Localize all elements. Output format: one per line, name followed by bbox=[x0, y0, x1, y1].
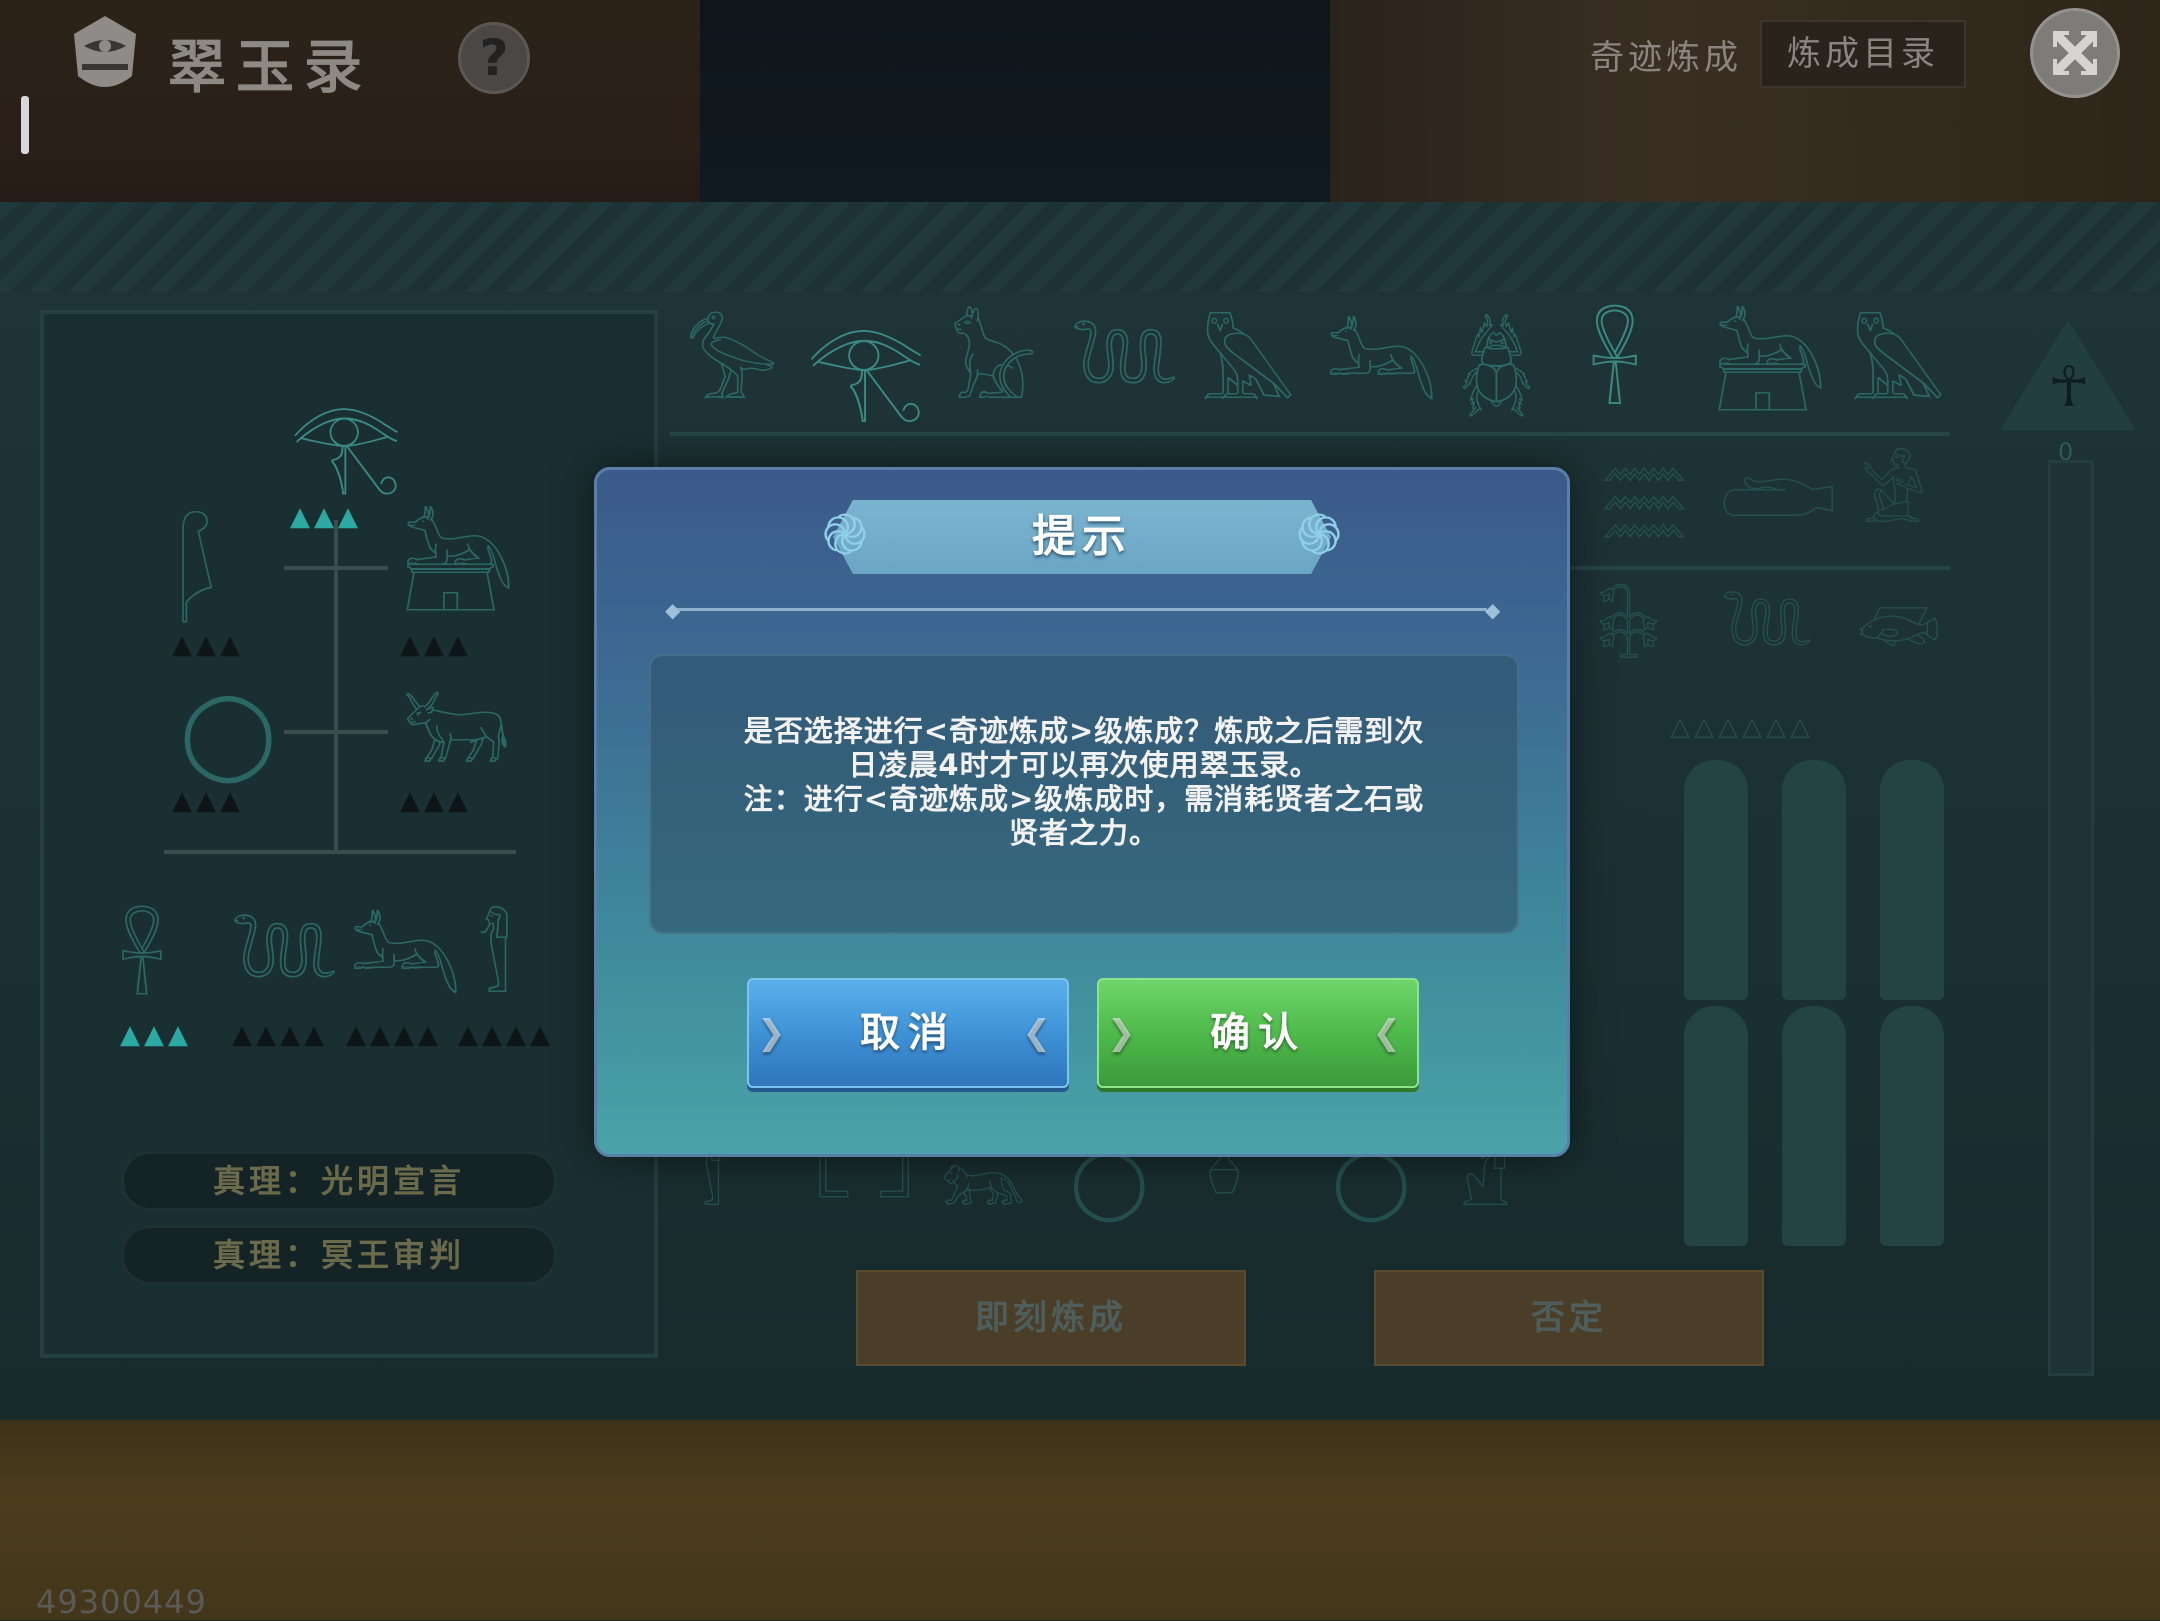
help-button[interactable]: ? bbox=[458, 22, 530, 94]
ankh-icon: ☥ bbox=[2048, 355, 2090, 420]
dialog-divider bbox=[677, 608, 1487, 611]
tab-alchemy-catalog[interactable]: 炼成目录 bbox=[1760, 20, 1966, 88]
tier-indicator: △△△△△△ bbox=[1670, 712, 1814, 742]
app-title: 翠玉录 bbox=[168, 33, 373, 101]
truth-item[interactable]: 真理：冥王审判 bbox=[122, 1226, 556, 1284]
confirm-label: 确认 bbox=[1210, 1010, 1306, 1056]
message-line: 贤者之力。 bbox=[1008, 816, 1159, 850]
cancel-button[interactable]: ❯ 取消 ❮ bbox=[747, 978, 1069, 1088]
sand-floor bbox=[0, 1420, 2160, 1620]
dialog-title: 提示 bbox=[1032, 511, 1132, 562]
tier-indicator: ▲▲▲ bbox=[400, 630, 472, 660]
tree-connector bbox=[164, 850, 516, 854]
serpent-icon: 𓆙 bbox=[1070, 319, 1180, 419]
decorative-band bbox=[0, 202, 2160, 292]
bull-icon: 𓃒 bbox=[402, 683, 511, 783]
progress-rail bbox=[2048, 460, 2094, 1376]
close-button[interactable] bbox=[2030, 8, 2120, 98]
background-scene bbox=[700, 0, 1330, 202]
message-box: 是否选择进行<奇迹炼成>级炼成？炼成之后需到次 日凌晨4时才可以再次使用翠玉录。… bbox=[649, 654, 1519, 934]
close-icon bbox=[2053, 31, 2097, 75]
cancel-label: 取消 bbox=[860, 1010, 956, 1056]
fish-icon: 𓆛 bbox=[1856, 590, 1942, 676]
serpent-icon: 𓆙 bbox=[230, 913, 340, 1013]
hand-icon: 𓂧 bbox=[1720, 454, 1837, 540]
deity-slot bbox=[1782, 760, 1846, 1000]
text-cursor bbox=[21, 96, 29, 154]
instant-alchemy-button[interactable]: 即刻炼成 bbox=[856, 1270, 1246, 1366]
plant-icon: 𓇗 bbox=[1596, 590, 1662, 676]
row-divider bbox=[670, 432, 1950, 436]
tier-indicator: ▲▲▲▲ bbox=[346, 1020, 442, 1050]
truth-item[interactable]: 真理：光明宣言 bbox=[122, 1152, 556, 1210]
staff-icon: 𓋹 bbox=[1588, 312, 1642, 424]
ouroboros-icon: ◯ bbox=[180, 683, 277, 783]
tier-indicator: ▲▲▲ bbox=[172, 786, 244, 816]
message-line: 日凌晨4时才可以再次使用翠玉录。 bbox=[848, 748, 1320, 782]
top-bar: 翠玉录 ? 奇迹炼成 炼成目录 bbox=[0, 0, 2160, 202]
bird-icon: 𓅓 bbox=[1200, 319, 1296, 419]
chevron-left-icon: ❮ bbox=[1022, 1013, 1059, 1053]
jackal-head-icon: 𓃣 bbox=[402, 519, 514, 619]
chevron-right-icon: ❯ bbox=[757, 1013, 794, 1053]
eye-of-horus-icon: 𓂀 bbox=[290, 392, 403, 497]
row-divider bbox=[1560, 566, 1950, 570]
eye-of-horus-icon: 𓂀 bbox=[806, 312, 926, 424]
confirm-button[interactable]: ❯ 确认 ❮ bbox=[1097, 978, 1419, 1088]
dialog-message: 是否选择进行<奇迹炼成>级炼成？炼成之后需到次 日凌晨4时才可以再次使用翠玉录。… bbox=[691, 714, 1477, 850]
scarab-icon: 𓆣 bbox=[1458, 319, 1535, 419]
cat-icon: 𓃠 bbox=[950, 319, 1038, 419]
ibis-icon: 𓅞 bbox=[686, 319, 779, 419]
deny-button[interactable]: 否定 bbox=[1374, 1270, 1764, 1366]
seated-figure-icon: 𓀀 bbox=[1860, 454, 1927, 540]
anubis-icon: 𓃢 bbox=[1326, 319, 1437, 419]
deity-slot bbox=[1782, 1006, 1846, 1246]
divider-cap-right-icon: ◆ bbox=[1485, 598, 1501, 622]
tier-indicator: ▲▲▲ bbox=[120, 1020, 192, 1050]
deity-slot bbox=[1684, 1006, 1748, 1246]
jackal-head-icon: 𓃣 bbox=[1714, 319, 1826, 419]
tier-indicator: ▲▲▲▲ bbox=[232, 1020, 328, 1050]
water-icon: 𓈗 bbox=[1600, 454, 1689, 540]
tier-indicator: ▲▲▲ bbox=[290, 502, 362, 532]
deity-slot bbox=[1880, 1006, 1944, 1246]
message-line: 注：进行<奇迹炼成>级炼成时，需消耗贤者之石或 bbox=[743, 782, 1425, 816]
feather-icon: 𓆄 bbox=[178, 519, 217, 619]
tree-connector bbox=[284, 566, 388, 570]
staff-icon: 𓋹 bbox=[118, 913, 166, 1013]
tab-miracle-alchemy[interactable]: 奇迹炼成 bbox=[1590, 30, 1742, 79]
chevron-right-icon: ❯ bbox=[1107, 1013, 1144, 1053]
serpent-icon: 𓆙 bbox=[1720, 590, 1815, 676]
tier-indicator: ▲▲▲▲ bbox=[458, 1020, 554, 1050]
deity-slot bbox=[1684, 760, 1748, 1000]
tree-connector bbox=[284, 730, 388, 734]
message-line: 是否选择进行<奇迹炼成>级炼成？炼成之后需到次 bbox=[743, 714, 1425, 748]
pharaoh-logo-icon bbox=[74, 16, 136, 87]
mummy-icon: 𓀾 bbox=[478, 913, 512, 1013]
confirm-dialog: ֎ ֍ 提示 ◆ ◆ 是否选择进行<奇迹炼成>级炼成？炼成之后需到次 日凌晨4时… bbox=[594, 467, 1570, 1157]
bird-icon: 𓅓 bbox=[1850, 319, 1946, 419]
chevron-left-icon: ❮ bbox=[1372, 1013, 1409, 1053]
deity-slot bbox=[1880, 760, 1944, 1000]
tier-indicator: ▲▲▲ bbox=[172, 630, 244, 660]
anubis-icon: 𓃢 bbox=[350, 913, 461, 1013]
tier-indicator: ▲▲▲ bbox=[400, 786, 472, 816]
player-id: 49300449 bbox=[36, 1583, 207, 1621]
